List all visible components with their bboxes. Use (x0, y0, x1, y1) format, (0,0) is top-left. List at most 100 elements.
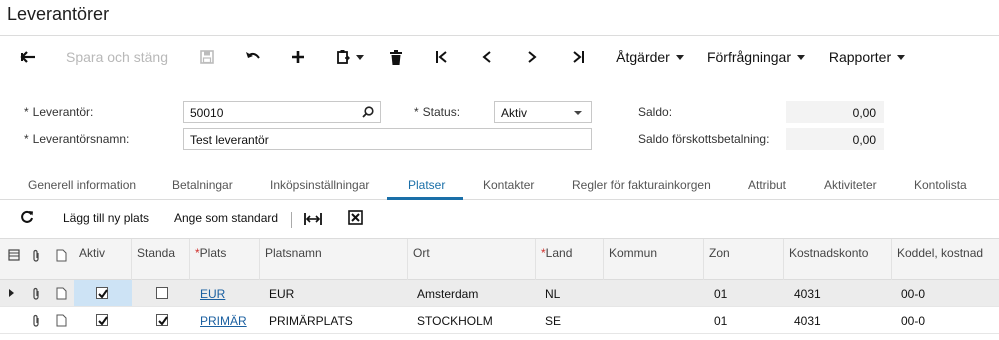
default-checkbox[interactable] (156, 287, 168, 299)
add-location-button[interactable]: Lägg till ny plats (63, 211, 149, 225)
current-row-indicator-icon (9, 289, 14, 297)
tab-activities[interactable]: Aktiviteter (824, 178, 877, 192)
grid-header: Aktiv Standa *Plats Platsnamn Ort *Land … (0, 238, 999, 280)
tab-locations[interactable]: Platser (408, 178, 445, 192)
chevron-down-icon (675, 54, 684, 60)
default-checkbox[interactable] (156, 314, 168, 326)
supplier-name-label: * Leverantörsnamn: (24, 132, 130, 146)
municipality-cell (608, 307, 704, 333)
tab-invoice-inbox-rules[interactable]: Regler för fakturainkorgen (572, 178, 711, 192)
chevron-down-icon (897, 54, 906, 60)
first-record-icon[interactable] (430, 37, 454, 77)
supplier-form: * Leverantör: 50010 * Status: Aktiv Saldo:… (0, 92, 999, 156)
export-excel-icon[interactable] (348, 210, 363, 228)
note-icon (56, 249, 67, 265)
page-title: Leverantörer (7, 4, 110, 24)
column-header-municipality[interactable]: Kommun (604, 239, 704, 280)
trash-icon[interactable] (384, 37, 408, 77)
country-cell: NL (545, 287, 561, 301)
column-header-zone[interactable]: Zon (704, 239, 784, 280)
column-header-country[interactable]: *Land (536, 239, 604, 280)
default-cell (132, 307, 190, 333)
tab-bar: Generell information Betalningar Inköpsi… (0, 172, 999, 200)
reports-menu-label: Rapporter (828, 49, 892, 65)
table-row[interactable]: EUR EUR Amsterdam NL 01 4031 00-0 (0, 280, 999, 307)
prepayment-balance-value: 0,00 (786, 128, 884, 150)
paperclip-icon (31, 249, 41, 265)
location-link[interactable]: EUR (195, 280, 260, 306)
column-header-cost-account[interactable]: Kostnadskonto (784, 239, 892, 280)
chevron-down-icon (574, 111, 582, 115)
location-link[interactable]: PRIMÄR (195, 307, 260, 333)
cost-subaccount-cell: 00-0 (901, 314, 926, 328)
clipboard-icon[interactable] (332, 37, 368, 77)
status-label: * Status: (414, 105, 461, 119)
grid-toolbar: Lägg till ny plats Ange som standard (0, 204, 999, 234)
tab-contacts[interactable]: Kontakter (483, 178, 534, 192)
cost-account-cell: 4031 (794, 287, 821, 301)
cost-account-cell: 4031 (794, 314, 821, 328)
location-name-cell: PRIMÄRPLATS (269, 314, 353, 328)
active-cell (74, 307, 132, 333)
floppy-disk-icon[interactable] (194, 37, 220, 77)
city-cell: STOCKHOLM (417, 314, 493, 328)
search-icon[interactable] (362, 106, 374, 121)
zone-cell: 01 (714, 314, 728, 328)
default-cell (132, 280, 190, 306)
save-and-close-button[interactable]: Spara och stäng (62, 37, 172, 77)
set-default-button[interactable]: Ange som standard (174, 211, 278, 225)
actions-menu[interactable]: Åtgärder (612, 37, 688, 77)
refresh-icon[interactable] (20, 210, 34, 227)
inquiries-menu[interactable]: Förfrågningar (704, 37, 808, 77)
note-icon[interactable] (56, 314, 67, 330)
fit-columns-icon[interactable] (304, 212, 322, 229)
inquiries-menu-label: Förfrågningar (706, 49, 792, 65)
active-cell (74, 280, 132, 306)
plus-icon[interactable] (285, 37, 311, 77)
city-cell: Amsterdam (417, 287, 479, 301)
column-header-active[interactable]: Aktiv (74, 239, 132, 280)
municipality-cell (608, 280, 704, 306)
reports-menu[interactable]: Rapporter (826, 37, 908, 77)
last-record-icon[interactable] (566, 37, 590, 77)
chevron-down-icon (797, 54, 806, 60)
main-toolbar: Spara och stäng Åtgärder Förfrågningar R… (0, 37, 999, 77)
column-header-city[interactable]: Ort (408, 239, 536, 280)
active-checkbox[interactable] (96, 314, 108, 326)
column-header-default[interactable]: Standa (132, 239, 190, 280)
active-checkbox[interactable] (96, 287, 108, 299)
previous-record-icon[interactable] (475, 37, 499, 77)
chevron-down-icon (356, 54, 364, 60)
country-cell: SE (545, 314, 562, 328)
active-tab-indicator (387, 197, 463, 200)
cost-subaccount-cell: 00-0 (901, 287, 926, 301)
supplier-name-field[interactable]: Test leverantör (183, 128, 592, 150)
arrow-left-icon[interactable] (14, 37, 42, 77)
supplier-field[interactable]: 50010 (183, 101, 381, 123)
column-header-location-name[interactable]: Platsnamn (260, 239, 408, 280)
title-bar: Leverantörer (0, 0, 999, 36)
balance-label: Saldo: (638, 105, 673, 119)
column-header-cost-subaccount[interactable]: Koddel, kostnad (892, 239, 999, 280)
tab-account-list[interactable]: Kontolista (914, 178, 967, 192)
row-selector-icon[interactable] (8, 249, 20, 264)
toolbar-divider (291, 212, 292, 228)
paperclip-icon[interactable] (31, 287, 41, 303)
column-header-location[interactable]: *Plats (190, 239, 260, 280)
next-record-icon[interactable] (520, 37, 544, 77)
actions-menu-label: Åtgärder (616, 49, 670, 65)
note-icon[interactable] (56, 287, 67, 303)
tab-attributes[interactable]: Attribut (748, 178, 786, 192)
tab-general-information[interactable]: Generell information (28, 178, 136, 192)
supplier-label: * Leverantör: (24, 105, 94, 119)
status-select[interactable]: Aktiv (494, 101, 592, 123)
tab-purchase-settings[interactable]: Inköpsinställningar (270, 178, 369, 192)
table-row[interactable]: PRIMÄR PRIMÄRPLATS STOCKHOLM SE 01 4031 … (0, 307, 999, 334)
prepayment-balance-label: Saldo förskottsbetalning: (638, 132, 770, 146)
location-name-cell: EUR (269, 287, 295, 301)
tab-payments[interactable]: Betalningar (172, 178, 233, 192)
zone-cell: 01 (714, 287, 728, 301)
balance-value: 0,00 (786, 101, 884, 123)
undo-icon[interactable] (240, 37, 266, 77)
paperclip-icon[interactable] (31, 314, 41, 330)
